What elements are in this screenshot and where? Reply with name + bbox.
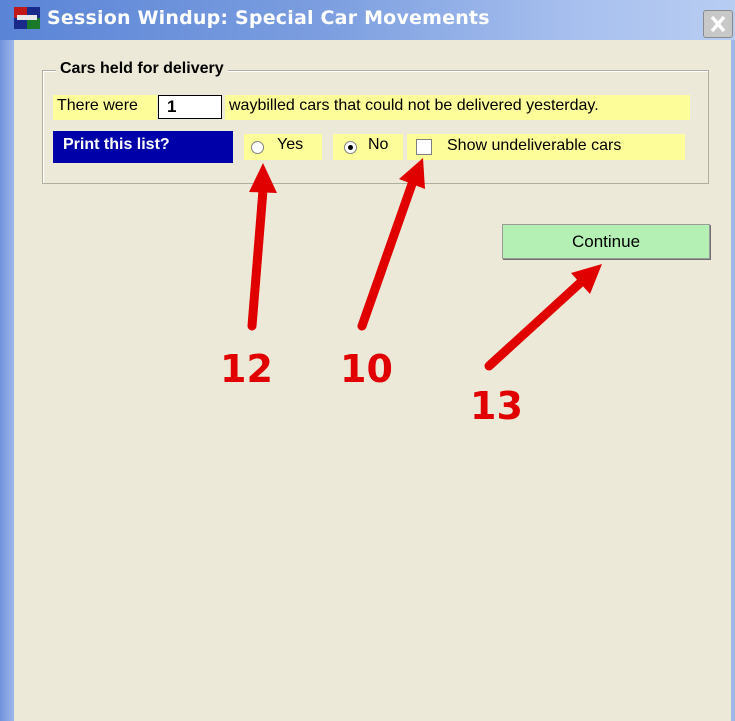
arrow-to-checkbox <box>357 158 425 331</box>
annotation-13: 13 <box>470 384 523 428</box>
arrow-to-continue <box>484 264 602 371</box>
annotation-10: 10 <box>340 347 393 391</box>
dialog-window: Session Windup: Special Car Movements Ca… <box>0 0 735 721</box>
annotation-12: 12 <box>220 347 273 391</box>
arrow-to-yes-radio <box>247 163 277 331</box>
